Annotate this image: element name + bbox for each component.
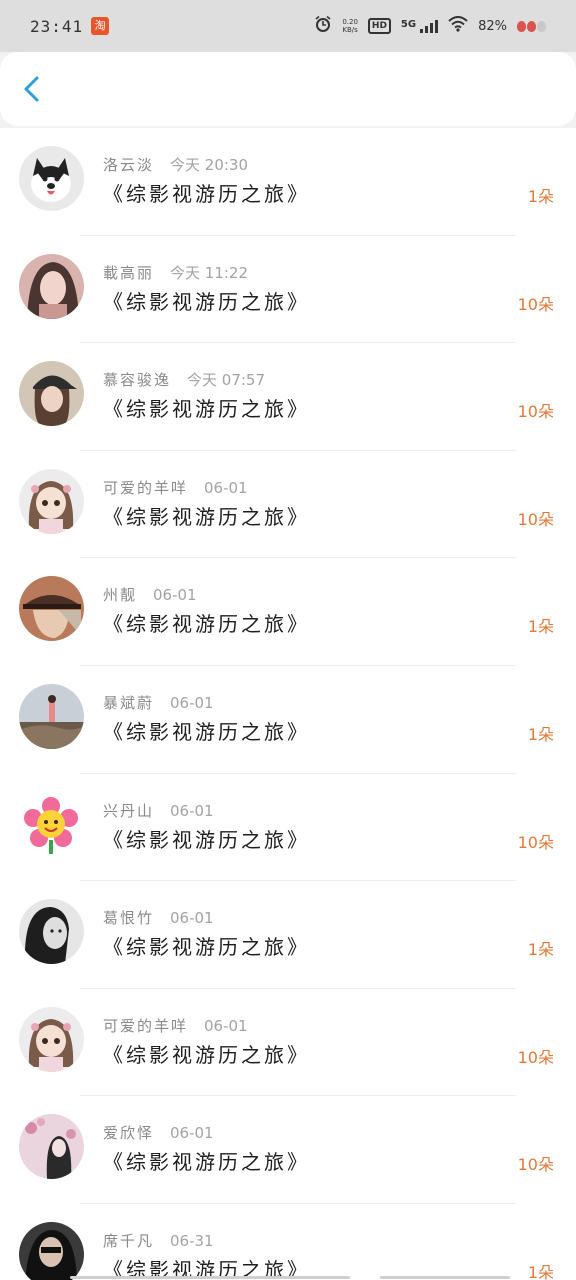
hd-icon: HD — [367, 18, 391, 34]
signal-label: 5G — [400, 19, 417, 30]
taobao-app-icon: 淘 — [91, 17, 110, 35]
user-name: 暴斌蔚 — [103, 693, 155, 712]
user-name: 爱欣怿 — [103, 1124, 155, 1143]
list-item[interactable]: 州靓 06-01 《综影视游历之旅》 1朵 — [0, 558, 576, 666]
signal-icon: 5G — [400, 19, 439, 33]
list-item-meta: 載高丽 今天 11:22 — [103, 262, 248, 283]
book-title: 《综影视游历之旅》 — [103, 719, 310, 744]
list-item[interactable]: 載高丽 今天 11:22 《综影视游历之旅》 10朵 — [0, 236, 576, 344]
user-name: 載高丽 — [103, 263, 155, 282]
avatar-doll[interactable] — [19, 468, 84, 534]
status-bar: 23:41 淘 0.20 KB/s HD 5G 82% — [0, 0, 576, 52]
gift-count: 10朵 — [517, 1155, 554, 1175]
avatar-girl-cap[interactable] — [19, 361, 84, 427]
book-title: 《综影视游历之旅》 — [103, 612, 310, 637]
scroll-indicator — [0, 1275, 576, 1280]
list-item-meta: 暴斌蔚 06-01 — [103, 692, 214, 713]
timestamp: 今天 07:57 — [187, 371, 266, 390]
user-name: 慕容骏逸 — [103, 371, 172, 390]
list-item[interactable]: 可爱的羊咩 06-01 《综影视游历之旅》 10朵 — [0, 989, 576, 1097]
timestamp: 06-01 — [153, 586, 197, 605]
avatar-landscape[interactable] — [19, 683, 84, 749]
network-speed-value: 0.20 — [342, 18, 358, 26]
gift-count: 1朵 — [527, 940, 554, 960]
alarm-icon — [314, 15, 332, 37]
user-name: 可爱的羊咩 — [103, 1016, 189, 1035]
list-item[interactable]: 洛云淡 今天 20:30 《综影视游历之旅》 1朵 — [0, 128, 576, 236]
book-title: 《综影视游历之旅》 — [103, 182, 310, 206]
wifi-icon — [448, 16, 468, 36]
timestamp: 今天 11:22 — [170, 263, 249, 282]
gift-record-list: 洛云淡 今天 20:30 《综影视游历之旅》 1朵 載高丽 今天 11:22 《综影… — [0, 128, 576, 1280]
avatar-bw-girl[interactable] — [19, 899, 84, 965]
status-icons: 0.20 KB/s HD 5G 82% — [314, 15, 546, 37]
book-title: 《综影视游历之旅》 — [103, 1042, 310, 1067]
list-item-meta: 可爱的羊咩 06-01 — [103, 1015, 248, 1036]
network-speed-unit: KB/s — [342, 26, 358, 34]
avatar-flower[interactable] — [19, 791, 84, 857]
user-name: 州靓 — [103, 586, 138, 605]
avatar-dog[interactable] — [19, 146, 84, 211]
timestamp: 06-01 — [170, 693, 214, 712]
timestamp: 今天 20:30 — [170, 156, 249, 174]
gift-count: 10朵 — [517, 832, 554, 852]
back-button[interactable] — [18, 74, 48, 104]
avatar-doll[interactable] — [19, 1006, 84, 1072]
book-title: 《综影视游历之旅》 — [103, 935, 310, 960]
gift-count: 10朵 — [517, 402, 554, 422]
list-item-meta: 州靓 06-01 — [103, 584, 197, 605]
list-item-meta: 葛恨竹 06-01 — [103, 907, 214, 928]
timestamp: 06-01 — [170, 801, 214, 820]
book-title: 《综影视游历之旅》 — [103, 504, 310, 529]
user-name: 洛云淡 — [103, 156, 155, 174]
avatar-girl-blossom[interactable] — [19, 1114, 84, 1180]
list-item[interactable]: 可爱的羊咩 06-01 《综影视游历之旅》 10朵 — [0, 451, 576, 559]
gift-count: 10朵 — [517, 294, 554, 314]
timestamp: 06-01 — [170, 1124, 214, 1143]
status-time: 23:41 — [30, 16, 84, 36]
gift-count: 10朵 — [517, 509, 554, 529]
gift-count: 1朵 — [527, 187, 554, 206]
user-name: 葛恨竹 — [103, 909, 155, 928]
gift-count: 1朵 — [527, 617, 554, 637]
user-name: 兴丹山 — [103, 801, 155, 820]
network-speed: 0.20 KB/s — [342, 18, 358, 34]
list-item[interactable]: 爱欣怿 06-01 《综影视游历之旅》 10朵 — [0, 1096, 576, 1204]
list-item-meta: 爱欣怿 06-01 — [103, 1122, 214, 1143]
gift-count: 10朵 — [517, 1047, 554, 1067]
list-item[interactable]: 席千凡 06-31 《综影视游历之旅》 1朵 — [0, 1204, 576, 1280]
list-item-meta: 慕容骏逸 今天 07:57 — [103, 369, 265, 390]
list-item-meta: 席千凡 06-31 — [103, 1230, 214, 1251]
battery-percent: 82% — [478, 18, 507, 34]
chevron-left-icon — [24, 76, 39, 102]
timestamp: 06-01 — [170, 909, 214, 928]
timestamp: 06-01 — [204, 478, 248, 497]
timestamp: 06-01 — [204, 1016, 248, 1035]
avatar-girl-pink[interactable] — [19, 253, 84, 319]
gift-count: 1朵 — [527, 724, 554, 744]
header — [0, 52, 576, 126]
timestamp: 06-31 — [170, 1231, 214, 1250]
book-title: 《综影视游历之旅》 — [103, 397, 310, 422]
list-item[interactable]: 慕容骏逸 今天 07:57 《综影视游历之旅》 10朵 — [0, 343, 576, 451]
battery-icon — [517, 20, 546, 32]
book-title: 《综影视游历之旅》 — [103, 1150, 310, 1175]
user-name: 席千凡 — [103, 1231, 155, 1250]
book-title: 《综影视游历之旅》 — [103, 289, 310, 314]
avatar-hat[interactable] — [19, 576, 84, 642]
list-item[interactable]: 兴丹山 06-01 《综影视游历之旅》 10朵 — [0, 774, 576, 882]
list-item-meta: 洛云淡 今天 20:30 — [103, 154, 248, 175]
list-item-meta: 可爱的羊咩 06-01 — [103, 477, 248, 498]
book-title: 《综影视游历之旅》 — [103, 827, 310, 852]
list-item-meta: 兴丹山 06-01 — [103, 800, 214, 821]
user-name: 可爱的羊咩 — [103, 478, 189, 497]
list-item[interactable]: 暴斌蔚 06-01 《综影视游历之旅》 1朵 — [0, 666, 576, 774]
avatar-dark-girl[interactable] — [19, 1221, 84, 1280]
list-item[interactable]: 葛恨竹 06-01 《综影视游历之旅》 1朵 — [0, 881, 576, 989]
